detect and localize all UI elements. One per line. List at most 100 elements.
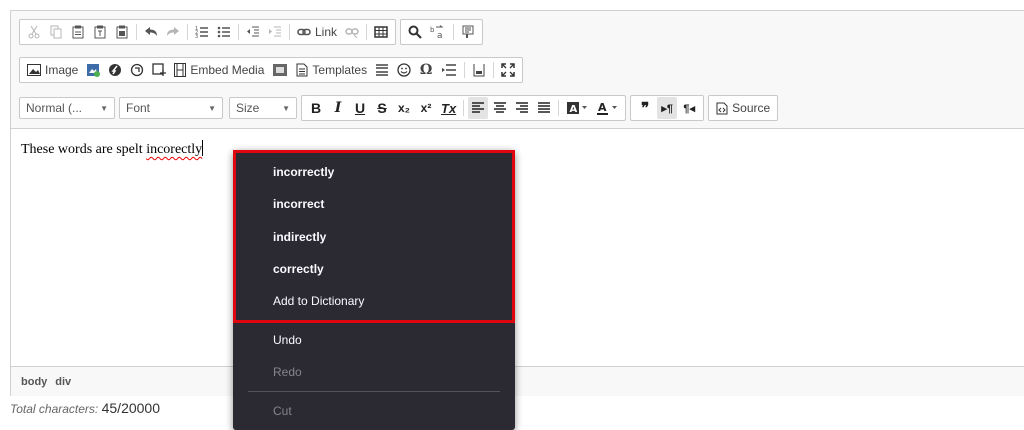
format-combo[interactable]: Normal (... ▼ (19, 97, 115, 119)
replace-icon[interactable]: ba (427, 21, 449, 43)
basic-styles-group: B I U S x₂ x² Tx A A (301, 95, 627, 121)
text-direction-ltr-button[interactable]: ▸¶ (657, 97, 678, 119)
decrease-indent-icon[interactable] (243, 21, 263, 43)
source-button[interactable]: Source (713, 97, 773, 119)
toolbar-row-3: Normal (... ▼ Font ▼ Size ▼ B I U S x₂ x² T… (19, 95, 779, 121)
context-menu: incorrectly incorrect indirectly correct… (233, 150, 515, 430)
bold-button[interactable]: B (306, 97, 326, 119)
undo-icon[interactable] (141, 21, 161, 43)
separator (238, 24, 239, 40)
image-button[interactable]: Image (24, 59, 81, 81)
path-item-div[interactable]: div (55, 376, 71, 388)
italic-button[interactable]: I (328, 97, 348, 119)
page-break-icon[interactable] (438, 59, 460, 81)
templates-button[interactable]: Templates (293, 59, 370, 81)
editor-content[interactable]: These words are spelt incorectly (11, 130, 1024, 366)
text-caret (202, 140, 204, 156)
paste-word-icon[interactable] (112, 21, 132, 43)
svg-text:A: A (570, 104, 578, 115)
path-item-body[interactable]: body (21, 376, 47, 388)
maximize-icon[interactable] (498, 59, 518, 81)
doc-props-icon[interactable] (269, 59, 291, 81)
blockquote-button[interactable]: ❞ (635, 97, 655, 119)
search-group: ba (400, 19, 484, 45)
chevron-down-icon: ▼ (100, 103, 108, 113)
insert-group: Image Embed Media Templates Ω (19, 57, 524, 83)
numbered-list-icon[interactable]: 123 (192, 21, 212, 43)
separator (463, 100, 465, 116)
paste-icon[interactable] (68, 21, 88, 43)
size-combo-label: Size (236, 101, 260, 115)
cut-item: Cut (273, 404, 292, 418)
align-center-icon[interactable] (490, 97, 510, 119)
separator (289, 24, 290, 40)
source-label: Source (732, 101, 771, 115)
font-combo-label: Font (126, 101, 151, 115)
font-combo[interactable]: Font ▼ (119, 97, 223, 119)
align-left-icon[interactable] (468, 97, 489, 119)
suggestion-item[interactable]: incorrectly (233, 157, 515, 187)
separator (366, 24, 368, 40)
text-color-icon[interactable]: A (593, 97, 621, 119)
copy-icon[interactable] (46, 21, 66, 43)
align-right-icon[interactable] (512, 97, 532, 119)
link-button[interactable]: Link (294, 21, 340, 43)
subscript-button[interactable]: x₂ (394, 97, 414, 119)
embed-media-label: Embed Media (190, 63, 265, 77)
redo-icon[interactable] (163, 21, 183, 43)
misspelt-word[interactable]: incorectly (146, 142, 202, 157)
separator (558, 100, 560, 116)
clipboard-group: 123 Link (19, 19, 397, 45)
flash-icon[interactable] (105, 59, 125, 81)
chevron-down-icon: ▼ (208, 103, 216, 113)
text-direction-rtl-button[interactable]: ¶◂ (679, 97, 699, 119)
smiley-icon[interactable] (394, 59, 414, 81)
table-icon[interactable] (371, 21, 391, 43)
toolbar-row-2: Image Embed Media Templates Ω (19, 57, 524, 83)
iframe-icon[interactable] (149, 59, 169, 81)
paragraph-group: ❞ ▸¶ ¶◂ (630, 95, 705, 121)
special-char-icon[interactable]: Ω (416, 59, 436, 81)
size-combo[interactable]: Size ▼ (229, 97, 297, 119)
document-group: Source (708, 95, 779, 121)
background-color-icon[interactable]: A (563, 97, 591, 119)
editor-toolbar: 123 Link ba Image Embed Media Templates … (11, 11, 1024, 129)
separator (493, 62, 495, 78)
cut-icon[interactable] (24, 21, 44, 43)
add-to-dictionary-item[interactable]: Add to Dictionary (233, 286, 515, 316)
spellcheck-icon[interactable] (458, 21, 478, 43)
embed-media-button[interactable]: Embed Media (171, 59, 267, 81)
find-icon[interactable] (405, 21, 425, 43)
bulleted-list-icon[interactable] (214, 21, 234, 43)
underline-button[interactable]: U (350, 97, 370, 119)
separator (187, 24, 188, 40)
svg-text:3: 3 (195, 34, 198, 39)
paste-text-icon[interactable] (90, 21, 110, 43)
element-path-bar: body div (11, 366, 1024, 396)
chevron-down-icon: ▼ (282, 103, 290, 113)
align-justify-icon[interactable] (534, 97, 554, 119)
toolbar-row-1: 123 Link ba (19, 19, 484, 45)
content-text: These words are spelt (21, 142, 147, 157)
rich-text-editor: 123 Link ba Image Embed Media Templates … (10, 10, 1024, 396)
unlink-icon[interactable] (342, 21, 362, 43)
svg-text:a: a (437, 31, 443, 39)
redo-item: Redo (273, 365, 302, 379)
undo-item[interactable]: Undo (233, 325, 515, 355)
suggestion-item[interactable]: incorrect (233, 189, 515, 219)
horizontal-rule-icon[interactable] (372, 59, 392, 81)
anchor-icon[interactable] (127, 59, 147, 81)
strikethrough-button[interactable]: S (372, 97, 392, 119)
image-manager-icon[interactable] (83, 59, 103, 81)
remove-format-button[interactable]: Tx (438, 97, 459, 119)
svg-text:A: A (598, 101, 607, 114)
menu-separator (248, 391, 500, 392)
separator (136, 24, 137, 40)
show-blocks-icon[interactable] (469, 59, 489, 81)
suggestion-item[interactable]: correctly (233, 254, 515, 284)
superscript-button[interactable]: x² (416, 97, 436, 119)
character-count: Total characters: 45/20000 (10, 400, 160, 416)
image-label: Image (45, 63, 79, 77)
suggestion-item[interactable]: indirectly (233, 222, 515, 252)
increase-indent-icon[interactable] (265, 21, 285, 43)
